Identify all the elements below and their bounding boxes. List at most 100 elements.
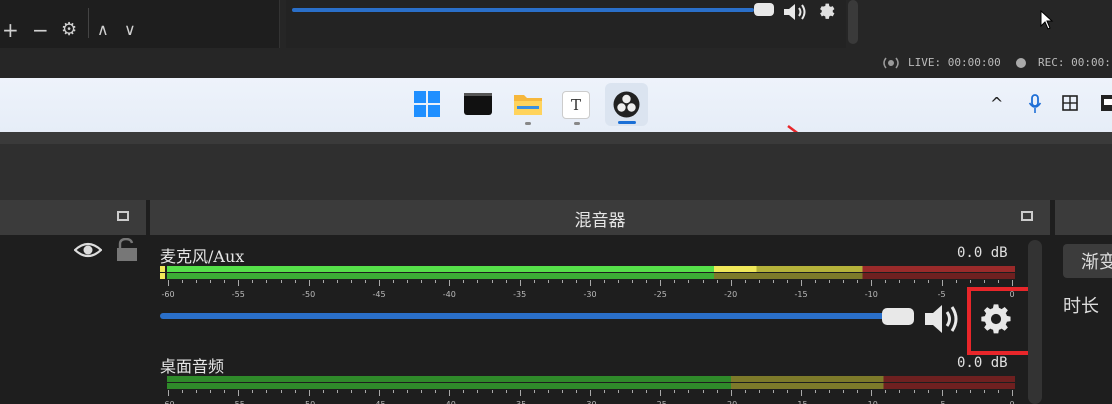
- meter-minor-tick: [379, 280, 380, 286]
- meter-tick-label: -55: [232, 400, 245, 404]
- meter-minor-tick: [843, 280, 845, 283]
- move-up-button[interactable]: ∧: [97, 20, 109, 39]
- meter-tick-label: -45: [372, 290, 386, 299]
- meter-minor-tick: [463, 280, 465, 283]
- mixer-scrollbar[interactable]: [1028, 240, 1042, 404]
- meter-minor-tick: [618, 280, 620, 283]
- tray-app-icon[interactable]: [1100, 94, 1112, 112]
- top-volume-slider[interactable]: [292, 8, 754, 12]
- top-volume-slider-handle[interactable]: [754, 3, 774, 16]
- meter-tick-label: -20: [724, 290, 738, 299]
- meter-minor-tick: [927, 390, 929, 393]
- meter-minor-tick: [547, 390, 549, 393]
- meter-minor-tick: [913, 390, 915, 393]
- meter-minor-tick: [969, 280, 971, 283]
- meter-tick-label: -10: [864, 290, 878, 299]
- desktop-meter-top: [167, 376, 1015, 382]
- move-down-button[interactable]: ∨: [124, 20, 136, 39]
- meter-tick-label: -30: [583, 400, 596, 404]
- meter-minor-tick: [196, 280, 198, 283]
- meter-minor-tick: [463, 390, 465, 393]
- mic-meter-bottom: [167, 273, 1015, 279]
- meter-minor-tick: [927, 280, 929, 283]
- meter-minor-tick: [941, 280, 943, 286]
- meter-minor-tick: [899, 390, 901, 393]
- meter-tick-label: -45: [372, 400, 385, 404]
- sources-dock-float-icon[interactable]: [117, 211, 129, 221]
- mixer-dock-float-icon[interactable]: [1021, 211, 1033, 221]
- remove-source-button[interactable]: −: [32, 18, 49, 42]
- meter-minor-tick: [997, 280, 999, 283]
- meter-minor-tick: [393, 280, 395, 283]
- top-gear-icon[interactable]: [817, 2, 837, 22]
- mic-volume-slider-handle[interactable]: [882, 308, 914, 325]
- meter-minor-tick: [1012, 280, 1013, 286]
- sources-toolbar-panel: + − ⚙ ∧ ∨: [0, 0, 280, 48]
- meter-minor-tick: [322, 390, 324, 393]
- meter-tick-label: -25: [653, 290, 667, 299]
- meter-minor-tick: [857, 390, 859, 393]
- meter-tick-label: 0: [1009, 400, 1014, 404]
- meter-minor-tick: [210, 390, 212, 393]
- meter-minor-tick: [364, 390, 366, 393]
- meter-minor-tick: [941, 390, 943, 396]
- dock-area-lower: [0, 144, 1112, 200]
- meter-minor-tick: [674, 390, 676, 393]
- meter-minor-tick: [491, 280, 493, 283]
- meter-minor-tick: [983, 280, 985, 283]
- meter-minor-tick: [899, 280, 901, 283]
- top-speaker-icon[interactable]: [782, 1, 810, 23]
- tray-chevron-icon[interactable]: ^: [990, 94, 1003, 113]
- meter-tick-label: -25: [654, 400, 667, 404]
- meter-minor-tick: [379, 390, 380, 396]
- meter-minor-tick: [407, 390, 409, 393]
- meter-minor-tick: [407, 280, 409, 283]
- meter-tick-label: -5: [937, 290, 946, 299]
- meter-minor-tick: [786, 280, 788, 283]
- meter-minor-tick: [772, 280, 774, 283]
- meter-minor-tick: [815, 280, 817, 283]
- typora-icon[interactable]: T: [562, 91, 590, 119]
- live-broadcast-icon: [883, 57, 899, 69]
- meter-minor-tick: [196, 390, 198, 393]
- mouse-cursor-icon: [1040, 10, 1054, 30]
- meter-tick-label: -35: [513, 290, 527, 299]
- channel-name-mic: 麦克风/Aux: [160, 247, 245, 266]
- desktop-tick-scale: -60-55-50-45-40-35-30-25-20-15-10-50: [160, 390, 1020, 404]
- visibility-eye-icon[interactable]: [74, 240, 102, 260]
- meter-tick-label: -15: [794, 290, 808, 299]
- meter-minor-tick: [224, 280, 226, 283]
- rec-status: REC: 00:00:: [1038, 56, 1111, 69]
- meter-minor-tick: [421, 390, 423, 393]
- add-source-button[interactable]: +: [2, 18, 19, 42]
- meter-minor-tick: [688, 280, 690, 283]
- source-settings-button[interactable]: ⚙: [61, 19, 77, 40]
- meter-minor-tick: [871, 280, 873, 286]
- obs-studio-icon[interactable]: [613, 91, 640, 118]
- meter-minor-tick: [660, 280, 662, 286]
- meter-minor-tick: [294, 280, 296, 283]
- microphone-icon[interactable]: [1028, 94, 1042, 114]
- windows-start-icon[interactable]: [414, 91, 440, 117]
- mic-volume-slider[interactable]: [160, 313, 890, 319]
- typora-running-indicator: [574, 122, 580, 125]
- terminal-icon[interactable]: [464, 92, 492, 116]
- meter-minor-tick: [604, 280, 606, 283]
- top-scrollbar[interactable]: [848, 0, 858, 44]
- meter-minor-tick: [308, 390, 310, 396]
- meter-minor-tick: [913, 280, 915, 283]
- file-explorer-icon[interactable]: [513, 91, 543, 117]
- transition-select[interactable]: 渐变: [1063, 244, 1112, 278]
- unlock-icon[interactable]: [116, 238, 138, 262]
- duration-label: 时长: [1063, 296, 1099, 317]
- input-method-icon[interactable]: [1062, 95, 1078, 111]
- meter-minor-tick: [688, 390, 690, 393]
- meter-minor-tick: [702, 280, 704, 283]
- mic-speaker-icon[interactable]: [923, 302, 965, 336]
- meter-minor-tick: [744, 280, 746, 283]
- meter-minor-tick: [829, 280, 831, 283]
- meter-tick-label: -55: [231, 290, 245, 299]
- meter-minor-tick: [364, 280, 366, 283]
- meter-minor-tick: [885, 390, 887, 393]
- mic-tick-scale: -60 -55 -50 -45 -40 -35 -30 -25 -20 -15 -10 -5 0: [160, 280, 1020, 302]
